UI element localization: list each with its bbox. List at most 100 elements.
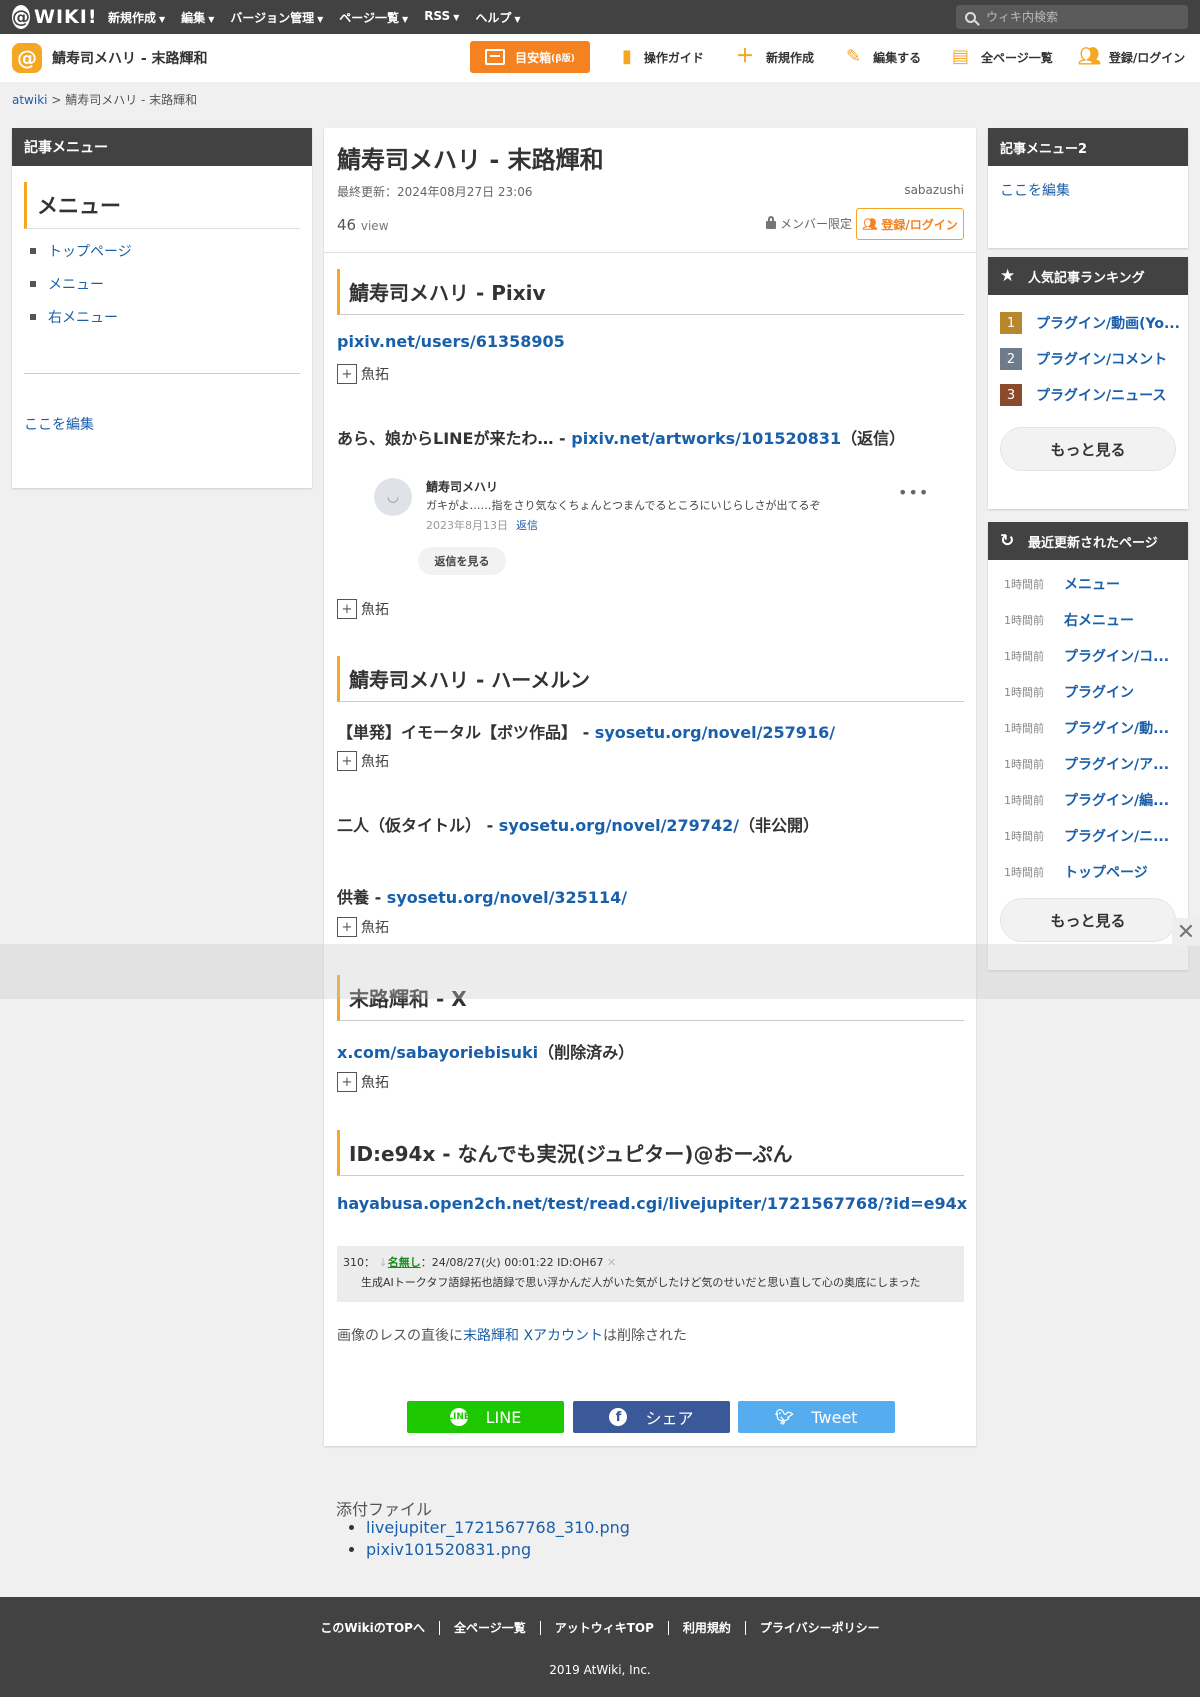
breadcrumb: atwiki > 鯖寿司メハリ - 末路輝和 <box>12 93 198 107</box>
x-item: x.com/sabayoriebisuki（削除済み） <box>337 1043 635 1062</box>
top-menu-edit[interactable]: 編集 ▼ <box>181 9 214 26</box>
caret-down-icon: ▼ <box>317 14 324 24</box>
footer-links: このWikiのTOPへ 全ページ一覧 アットウィキTOP 利用規約 プライバシー… <box>0 1621 1200 1635</box>
footer-link[interactable]: アットウィキTOP <box>539 1621 668 1635</box>
hameln-link-2[interactable]: syosetu.org/novel/279742/ <box>499 816 739 835</box>
meyasu-button[interactable]: 目安箱 (β版) <box>470 41 590 73</box>
avatar: ◡ <box>374 478 412 516</box>
recent-item[interactable]: 1時間前 トップページ <box>1004 854 1188 890</box>
star-icon: ★ <box>1000 266 1016 286</box>
expand-icon: + <box>337 917 357 937</box>
site-title[interactable]: 鯖寿司メハリ - 末路輝和 <box>52 48 208 68</box>
recent-item[interactable]: 1時間前 右メニュー <box>1004 602 1188 638</box>
atwiki-logo[interactable]: @ WIKI! <box>12 5 96 29</box>
footer: このWikiのTOPへ 全ページ一覧 アットウィキTOP 利用規約 プライバシー… <box>0 1597 1200 1697</box>
open2ch-thread-link[interactable]: hayabusa.open2ch.net/test/read.cgi/livej… <box>337 1194 967 1213</box>
gyotaku-toggle[interactable]: + 魚拓 <box>337 599 389 619</box>
recent-updates-head: ↻ 最近更新されたページ <box>988 522 1188 560</box>
login-button[interactable]: 👥︎ 登録/ログイン <box>856 208 964 240</box>
pixiv-artwork-link[interactable]: pixiv.net/artworks/101520831 <box>571 429 841 448</box>
gyotaku-toggle[interactable]: + 魚拓 <box>337 917 389 937</box>
search-input[interactable] <box>984 9 1174 25</box>
caret-down-icon: ▼ <box>402 14 409 24</box>
rank-badge: 1 <box>1000 312 1022 334</box>
main-content: 鯖寿司メハリ - 末路輝和 最終更新：2024年08月27日 23:06 sab… <box>324 128 976 1446</box>
more-options-icon[interactable]: ••• <box>898 483 929 502</box>
recent-item[interactable]: 1時間前 プラグイン/動... <box>1004 710 1188 746</box>
footer-link[interactable]: このWikiのTOPへ <box>306 1621 439 1635</box>
plus-icon: ＋ <box>736 46 754 67</box>
comment-reply-link[interactable]: 返信 <box>516 519 538 532</box>
pixiv-user-link[interactable]: pixiv.net/users/61358905 <box>337 332 565 351</box>
left-sidebar: 記事メニュー メニュー トップページ メニュー 右メニュー ここを編集 <box>12 128 312 488</box>
search-icon[interactable] <box>965 11 976 23</box>
hameln-link-1[interactable]: syosetu.org/novel/257916/ <box>595 723 835 742</box>
top-menu-new[interactable]: 新規作成 ▼ <box>108 9 165 26</box>
recent-item[interactable]: 1時間前 メニュー <box>1004 566 1188 602</box>
all-pages-link[interactable]: ▤ 全ページ一覧 <box>952 48 1053 66</box>
post-body: 生成AIトークタフ語録拓也語録で思い浮かんだ人がいた気がしたけど気のせいだと思い… <box>361 1276 921 1289</box>
top-menu-rss[interactable]: RSS ▼ <box>424 9 459 26</box>
share-facebook-button[interactable]: f シェア <box>573 1401 730 1433</box>
right-edit-link[interactable]: ここを編集 <box>1000 183 1070 199</box>
lock-icon <box>765 216 776 229</box>
gyotaku-toggle[interactable]: + 魚拓 <box>337 751 389 771</box>
post-header: 310： ↓名無し：24/08/27(火) 00:01:22 ID:OH67 ✕ <box>343 1256 617 1269</box>
gyotaku-toggle[interactable]: + 魚拓 <box>337 1072 389 1092</box>
share-twitter-button[interactable]: 🐦︎ Tweet <box>738 1401 895 1433</box>
hameln-link-3[interactable]: syosetu.org/novel/325114/ <box>387 888 627 907</box>
last-updated: 最終更新：2024年08月27日 23:06 <box>337 185 533 199</box>
users-icon: 👥︎ <box>1078 46 1101 67</box>
section-hameln: 鯖寿司メハリ - ハーメルン <box>337 656 964 702</box>
menu-list: トップページ メニュー 右メニュー <box>12 241 312 327</box>
recent-item[interactable]: 1時間前 プラグイン/ア... <box>1004 746 1188 782</box>
gyotaku-toggle[interactable]: + 魚拓 <box>337 364 389 384</box>
post-author[interactable]: 名無し <box>388 1256 421 1269</box>
expand-icon: + <box>337 751 357 771</box>
ranking-box: ★ 人気記事ランキング 1 プラグイン/動画(Yo... 2 プラグイン/コメント 3… <box>988 257 1188 509</box>
ranking-item[interactable]: 1 プラグイン/動画(Yo... <box>1000 305 1188 341</box>
recent-item[interactable]: 1時間前 プラグイン/ニ... <box>1004 818 1188 854</box>
footer-link[interactable]: 利用規約 <box>667 1621 745 1635</box>
ranking-item[interactable]: 3 プラグイン/ニュース <box>1000 377 1188 413</box>
recent-item[interactable]: 1時間前 プラグイン/編... <box>1004 782 1188 818</box>
share-line-button[interactable]: LINE LINE <box>407 1401 564 1433</box>
attachment-link[interactable]: livejupiter_1721567768_310.png <box>366 1518 630 1537</box>
right-menu-box: 記事メニュー2 ここを編集 <box>988 128 1188 248</box>
logo-text: WIKI! <box>34 6 98 28</box>
breadcrumb-root[interactable]: atwiki <box>12 93 48 107</box>
caret-down-icon: ▼ <box>514 14 521 24</box>
ranking-item[interactable]: 2 プラグイン/コメント <box>1000 341 1188 377</box>
pencil-icon: ✎ <box>846 46 862 67</box>
edit-link[interactable]: ✎ 編集する <box>846 48 921 66</box>
x-account-link[interactable]: x.com/sabayoriebisuki <box>337 1043 538 1062</box>
top-menu: 新規作成 ▼ 編集 ▼ バージョン管理 ▼ ページ一覧 ▼ RSS ▼ ヘルプ ▼ <box>108 9 537 26</box>
x-account-inline-link[interactable]: 末路輝和 Xアカウント <box>463 1328 603 1344</box>
left-sidebar-head: 記事メニュー <box>12 128 312 166</box>
close-icon[interactable]: ✕ <box>1172 918 1200 946</box>
deletion-note: 画像のレスの直後に末路輝和 Xアカウントは削除された <box>337 1328 688 1344</box>
new-page-link[interactable]: ＋新規作成 <box>736 48 814 66</box>
quoted-post: 310： ↓名無し：24/08/27(火) 00:01:22 ID:OH67 ✕… <box>337 1246 964 1302</box>
divider <box>24 373 300 374</box>
rank-badge: 3 <box>1000 384 1022 406</box>
attachment-link[interactable]: pixiv101520831.png <box>366 1540 531 1559</box>
caret-down-icon: ▼ <box>159 14 166 24</box>
login-link[interactable]: 👥︎ 登録/ログイン <box>1078 48 1185 66</box>
left-edit-link[interactable]: ここを編集 <box>24 417 94 433</box>
footer-link[interactable]: プライバシーポリシー <box>744 1621 894 1635</box>
site-logo-icon[interactable]: @ <box>12 43 42 73</box>
site-header: @ 鯖寿司メハリ - 末路輝和 目安箱 (β版) ▮ 操作ガイド ＋新規作成 ✎ 編集… <box>0 34 1200 82</box>
guide-link[interactable]: ▮ 操作ガイド <box>622 48 704 66</box>
top-menu-version[interactable]: バージョン管理 ▼ <box>230 9 323 26</box>
footer-link[interactable]: 全ページ一覧 <box>438 1621 540 1635</box>
ranking-more-button[interactable]: もっと見る <box>1000 427 1176 471</box>
top-menu-pages[interactable]: ページ一覧 ▼ <box>339 9 408 26</box>
recent-item[interactable]: 1時間前 プラグイン <box>1004 674 1188 710</box>
hameln-item: 供養 - syosetu.org/novel/325114/ <box>337 888 628 907</box>
top-menu-help[interactable]: ヘルプ ▼ <box>475 9 520 26</box>
recent-more-button[interactable]: もっと見る <box>1000 898 1176 942</box>
user-plus-icon: 👥︎ <box>862 217 878 231</box>
recent-item[interactable]: 1時間前 プラグイン/コ... <box>1004 638 1188 674</box>
view-replies-button[interactable]: 返信を見る <box>418 547 506 575</box>
